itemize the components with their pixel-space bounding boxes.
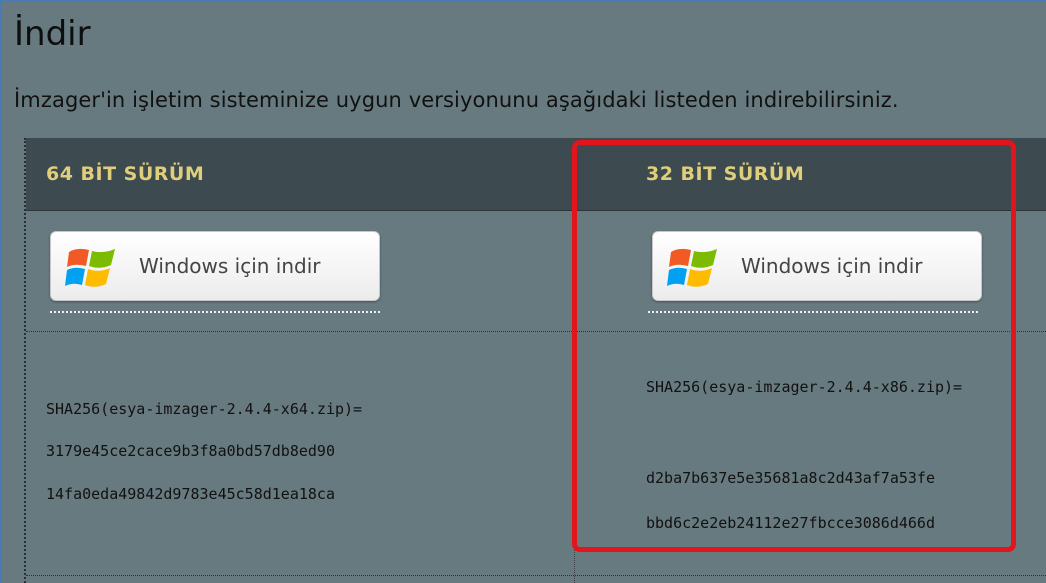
- intro-text: İmzager'in işletim sisteminize uygun ver…: [14, 88, 899, 112]
- download-64bit-button[interactable]: Windows için indir: [50, 231, 380, 301]
- download-64bit-label: Windows için indir: [139, 254, 321, 278]
- windows-logo-icon: [65, 248, 115, 287]
- header-64bit: 64 BİT SÜRÜM: [46, 163, 205, 185]
- button-underline: [50, 311, 380, 313]
- hash-value-64bit-line2: 14fa0eda49842d9783e45c58d1ea18ca: [46, 485, 335, 503]
- hash-value-64bit-line1: 3179e45ce2cace9b3f8a0bd57db8ed90: [46, 442, 335, 460]
- page-title: İndir: [14, 14, 91, 54]
- hash-filename-64bit: SHA256(esya-imzager-2.4.4-x64.zip)=: [46, 400, 363, 418]
- row-divider-bottom: [26, 575, 1046, 576]
- highlight-box: [572, 140, 1016, 552]
